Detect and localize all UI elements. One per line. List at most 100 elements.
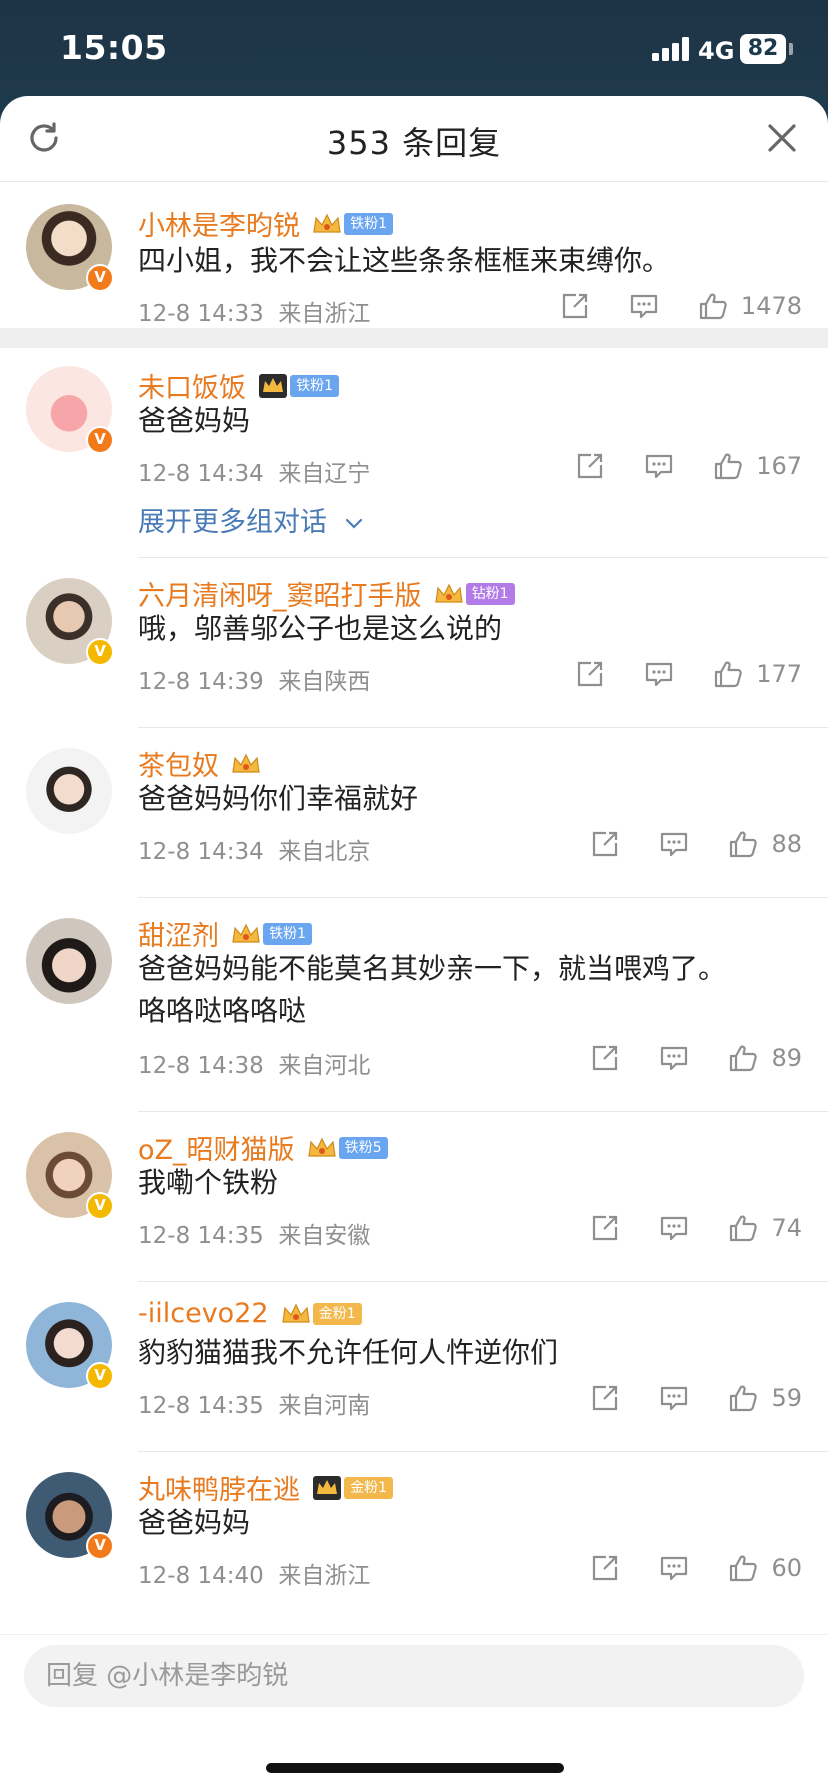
- reply-bar: [0, 1634, 828, 1792]
- comment-list: V 小林是李昀锐 铁粉1 四小姐，我不会让这些条条框框来束缚你。 12-8 14…: [0, 182, 828, 1589]
- name-line: oZ_昭财猫版 铁粉5: [138, 1128, 388, 1166]
- reply-item[interactable]: 茶包奴 爸爸妈妈你们幸福就好 12-8 14:34 来自北京 88: [0, 728, 828, 898]
- repost-icon[interactable]: [590, 1553, 620, 1583]
- avatar[interactable]: V: [26, 1472, 114, 1560]
- replies-sheet: 353 条回复 V 小林是李昀锐 铁粉1 四小姐，我不会让这些条条框框来束缚你。…: [0, 96, 828, 1792]
- avatar[interactable]: V: [26, 204, 114, 292]
- repost-icon[interactable]: [560, 291, 590, 321]
- comment-time: 12-8 14:40: [138, 1563, 264, 1589]
- comment-icon[interactable]: [659, 1553, 689, 1583]
- comment-meta: 12-8 14:40 来自浙江: [138, 1556, 370, 1590]
- name-line: 丸味鸭脖在逃 金粉1: [138, 1468, 394, 1506]
- verified-badge-icon: V: [86, 426, 114, 454]
- section-gap: [0, 328, 828, 348]
- like-icon[interactable]: [728, 1383, 758, 1413]
- close-icon[interactable]: [764, 120, 800, 156]
- comment-text: 爸爸妈妈: [138, 1506, 251, 1539]
- like-count: 74: [771, 1214, 802, 1242]
- comment-time: 12-8 14:35: [138, 1393, 264, 1419]
- like-icon[interactable]: [728, 1043, 758, 1073]
- comment-icon[interactable]: [659, 1043, 689, 1073]
- fan-badge: 钻粉1: [465, 582, 515, 605]
- expand-label: 展开更多组对话: [138, 507, 327, 538]
- reply-item[interactable]: V oZ_昭财猫版 铁粉5 我嘞个铁粉 12-8 14:35 来自安徽 74: [0, 1112, 828, 1282]
- repost-icon[interactable]: [590, 829, 620, 859]
- network-label: 4G: [698, 37, 735, 65]
- home-indicator: [266, 1763, 564, 1773]
- chevron-down-icon: [345, 518, 362, 529]
- avatar[interactable]: [26, 918, 112, 1004]
- comment-icon[interactable]: [629, 291, 659, 321]
- comment-meta: 12-8 14:35 来自河南: [138, 1386, 370, 1420]
- verified-badge-icon: V: [86, 1532, 114, 1560]
- comment-time: 12-8 14:39: [138, 669, 264, 695]
- comment-text: 四小姐，我不会让这些条条框框来束缚你。: [138, 244, 671, 277]
- reply-item[interactable]: V 未口饭饭 铁粉1 爸爸妈妈 12-8 14:34 来自辽宁 167 展开更多…: [0, 348, 828, 558]
- fan-badge: 铁粉5: [338, 1136, 388, 1159]
- like-count: 88: [771, 830, 802, 858]
- fan-badge: 金粉1: [312, 1302, 362, 1325]
- fan-badge: 铁粉1: [344, 212, 394, 235]
- crown-icon: [434, 583, 463, 603]
- comment-meta: 12-8 14:38 来自河北: [138, 1046, 370, 1080]
- avatar[interactable]: V: [26, 366, 114, 454]
- reply-input[interactable]: [24, 1645, 804, 1707]
- comment-icon[interactable]: [659, 1213, 689, 1243]
- like-count: 89: [771, 1044, 802, 1072]
- fan-badge: 金粉1: [344, 1476, 394, 1499]
- user-name[interactable]: 小林是李昀锐: [138, 211, 300, 242]
- like-icon[interactable]: [698, 291, 728, 321]
- comment-time: 12-8 14:34: [138, 839, 264, 865]
- comment-meta: 12-8 14:35 来自安徽: [138, 1216, 370, 1250]
- like-icon[interactable]: [728, 1553, 758, 1583]
- comment-icon[interactable]: [644, 451, 674, 481]
- sheet-header: 353 条回复: [0, 96, 828, 182]
- comment-actions: 74: [590, 1213, 802, 1247]
- like-icon[interactable]: [713, 451, 743, 481]
- user-name[interactable]: -iilcevo22: [138, 1298, 269, 1329]
- like-icon[interactable]: [713, 659, 743, 689]
- crown-icon: [232, 753, 260, 773]
- like-count: 60: [771, 1554, 802, 1582]
- comment-text: 爸爸妈妈能不能莫名其妙亲一下，就当喂鸡了。: [138, 952, 727, 985]
- like-icon[interactable]: [728, 829, 758, 859]
- comment-icon[interactable]: [659, 1383, 689, 1413]
- avatar[interactable]: V: [26, 1302, 114, 1390]
- sheet-title: 353 条回复: [326, 124, 502, 162]
- comment-text: 哦，邬善邬公子也是这么说的: [138, 612, 503, 645]
- repost-icon[interactable]: [590, 1383, 620, 1413]
- name-line: 茶包奴: [138, 744, 262, 782]
- name-line: 六月清闲呀_窦昭打手版 钻粉1: [138, 574, 515, 612]
- avatar[interactable]: V: [26, 578, 114, 666]
- comment-location: 来自辽宁: [278, 461, 371, 487]
- crown-icon: [313, 213, 341, 233]
- comment-actions: 88: [590, 829, 802, 863]
- comment-icon[interactable]: [644, 659, 674, 689]
- comment-meta: 12-8 14:34 来自北京: [138, 832, 370, 866]
- reply-item[interactable]: 甜涩剂 铁粉1 爸爸妈妈能不能莫名其妙亲一下，就当喂鸡了。 咯咯哒咯咯哒 12-…: [0, 898, 828, 1112]
- repost-icon[interactable]: [590, 1043, 620, 1073]
- reply-item[interactable]: V 六月清闲呀_窦昭打手版 钻粉1 哦，邬善邬公子也是这么说的 12-8 14:…: [0, 558, 828, 728]
- crown-icon: [307, 1137, 336, 1157]
- comment-location: 来自河北: [278, 1053, 371, 1079]
- main-comment[interactable]: V 小林是李昀锐 铁粉1 四小姐，我不会让这些条条框框来束缚你。 12-8 14…: [0, 182, 828, 328]
- comment-icon[interactable]: [659, 829, 689, 859]
- repost-icon[interactable]: [590, 1213, 620, 1243]
- comment-text: 豹豹猫猫我不允许任何人忤逆你们: [138, 1336, 559, 1369]
- comment-location: 来自浙江: [278, 1563, 371, 1589]
- avatar[interactable]: [26, 748, 112, 834]
- repost-icon[interactable]: [575, 451, 605, 481]
- reply-item[interactable]: V 丸味鸭脖在逃 金粉1 爸爸妈妈 12-8 14:40 来自浙江 60: [0, 1452, 828, 1622]
- repost-icon[interactable]: [575, 659, 605, 689]
- avatar[interactable]: V: [26, 1132, 114, 1220]
- comment-actions: 60: [590, 1553, 802, 1587]
- verified-badge-icon: V: [86, 1362, 114, 1390]
- battery-icon: 82: [740, 34, 786, 64]
- verified-badge-icon: V: [86, 1192, 114, 1220]
- like-count: 59: [771, 1384, 802, 1412]
- expand-more-link[interactable]: 展开更多组对话: [138, 500, 364, 539]
- reply-item[interactable]: V -iilcevo22 金粉1 豹豹猫猫我不允许任何人忤逆你们 12-8 14…: [0, 1282, 828, 1452]
- verified-badge-icon: V: [86, 638, 114, 666]
- signal-icon: [652, 37, 692, 61]
- like-icon[interactable]: [728, 1213, 758, 1243]
